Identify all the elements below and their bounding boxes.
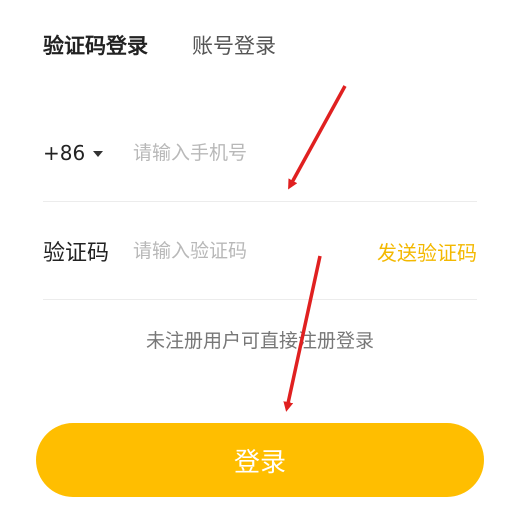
login-page: 验证码登录 账号登录 +86 验证码 发送验证码 未注册用户可直接注册登录 登录 <box>0 0 505 520</box>
tab-account-login[interactable]: 账号登录 <box>192 30 276 62</box>
divider <box>43 299 477 300</box>
phone-input[interactable] <box>133 142 477 164</box>
tab-account-login-label: 账号登录 <box>192 34 276 58</box>
send-code-button[interactable]: 发送验证码 <box>377 237 477 266</box>
login-button[interactable]: 登录 <box>36 423 484 497</box>
tab-sms-login[interactable]: 验证码登录 <box>43 30 148 62</box>
code-row: 验证码 发送验证码 <box>43 230 477 272</box>
code-input[interactable] <box>133 240 377 262</box>
caret-down-icon <box>93 151 104 157</box>
country-code-selector[interactable]: +86 <box>43 141 133 165</box>
phone-row: +86 <box>43 132 477 174</box>
country-code-value: +86 <box>43 141 86 165</box>
register-hint: 未注册用户可直接注册登录 <box>145 330 374 352</box>
divider <box>43 201 477 202</box>
code-label: 验证码 <box>43 241 110 266</box>
login-tabs: 验证码登录 账号登录 <box>43 30 276 62</box>
tab-sms-login-label: 验证码登录 <box>43 34 148 58</box>
